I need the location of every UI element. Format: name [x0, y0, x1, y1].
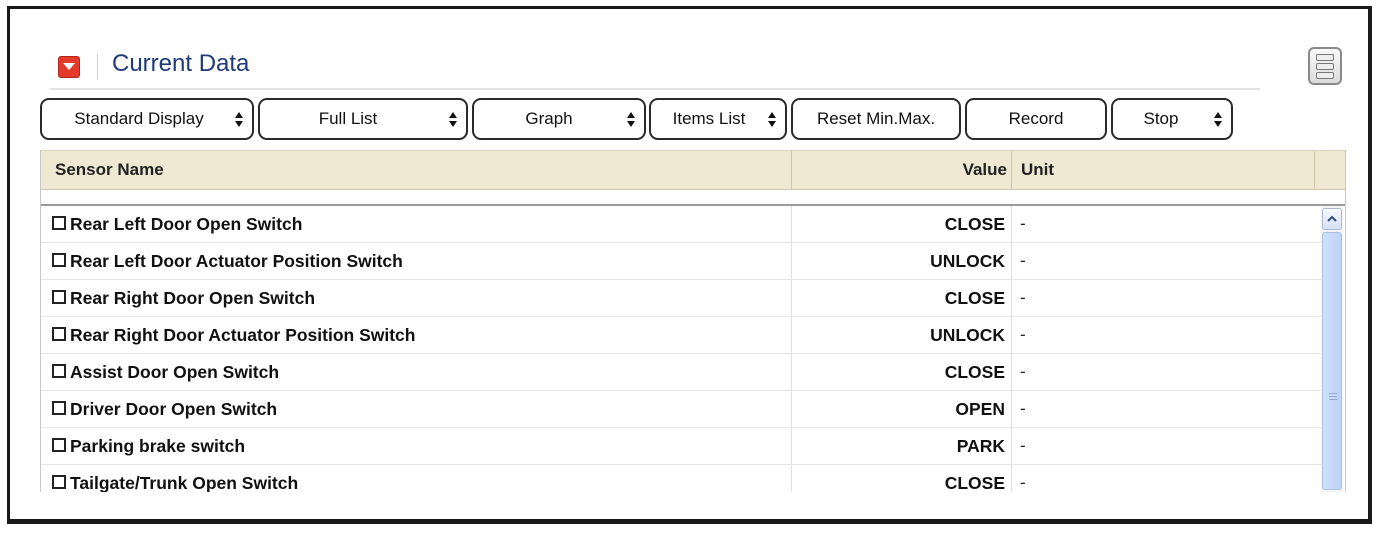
collapse-button[interactable] — [58, 56, 80, 78]
dropdown-arrows-icon — [448, 111, 458, 129]
full-list-select[interactable]: Full List — [258, 98, 468, 140]
sensor-unit: - — [1020, 288, 1026, 307]
table-row[interactable]: Rear Left Door Actuator Position Switch … — [41, 243, 1321, 280]
sensor-value: PARK — [956, 436, 1005, 456]
sensor-value: UNLOCK — [930, 325, 1005, 345]
row-checkbox[interactable] — [52, 216, 66, 230]
sensor-value: CLOSE — [944, 473, 1005, 492]
record-button[interactable]: Record — [965, 98, 1107, 140]
sensor-name: Driver Door Open Switch — [70, 399, 278, 419]
table-row[interactable]: Parking brake switch PARK - — [41, 428, 1321, 465]
dropdown-arrows-icon — [1213, 111, 1223, 129]
sensor-value: CLOSE — [944, 214, 1005, 234]
sensor-name: Parking brake switch — [70, 436, 246, 456]
dropdown-arrows-icon — [234, 111, 244, 129]
column-header-value[interactable]: Value — [963, 151, 1007, 189]
table-header: Sensor Name Value Unit — [41, 150, 1345, 191]
sensor-unit: - — [1020, 399, 1026, 418]
items-list-select[interactable]: Items List — [649, 98, 787, 140]
sensor-unit: - — [1020, 473, 1026, 492]
sensor-value: UNLOCK — [930, 251, 1005, 271]
sensor-unit: - — [1020, 436, 1026, 455]
sensor-value: CLOSE — [944, 362, 1005, 382]
table-row[interactable]: Driver Door Open Switch OPEN - — [41, 391, 1321, 428]
table-row[interactable]: Rear Right Door Actuator Position Switch… — [41, 317, 1321, 354]
record-label: Record — [1008, 109, 1064, 128]
sensor-name: Rear Left Door Open Switch — [70, 214, 303, 234]
items-list-label: Items List — [672, 109, 746, 128]
dropdown-arrows-icon — [626, 111, 636, 129]
panel-title: Current Data — [112, 50, 250, 77]
column-divider — [1314, 151, 1315, 189]
graph-select[interactable]: Graph — [472, 98, 646, 140]
sensor-unit: - — [1020, 362, 1026, 381]
scroll-up-button[interactable] — [1322, 208, 1342, 230]
stop-select[interactable]: Stop — [1111, 98, 1233, 140]
row-checkbox[interactable] — [52, 475, 66, 489]
column-divider — [1011, 151, 1012, 189]
column-header-sensor-name[interactable]: Sensor Name — [55, 151, 164, 189]
row-checkbox[interactable] — [52, 438, 66, 452]
column-divider — [791, 151, 792, 189]
sensor-name: Rear Right Door Open Switch — [70, 288, 316, 308]
sensor-unit: - — [1020, 325, 1026, 344]
panel-header: Current Data — [50, 44, 1260, 90]
sensor-unit: - — [1020, 251, 1026, 270]
table-row[interactable]: Rear Left Door Open Switch CLOSE - — [41, 206, 1321, 243]
chevron-down-icon — [63, 63, 75, 70]
panel-menu-button[interactable] — [1308, 47, 1342, 85]
header-divider — [97, 54, 98, 80]
row-checkbox[interactable] — [52, 253, 66, 267]
dropdown-arrows-icon — [767, 111, 777, 129]
row-checkbox[interactable] — [52, 401, 66, 415]
table-row[interactable]: Tailgate/Trunk Open Switch CLOSE - — [41, 465, 1321, 492]
current-data-table: Sensor Name Value Unit Rear Left Door Op… — [40, 150, 1346, 492]
sensor-value: CLOSE — [944, 288, 1005, 308]
sensor-name: Rear Right Door Actuator Position Switch — [70, 325, 416, 345]
stop-label: Stop — [1143, 109, 1179, 128]
sensor-name: Assist Door Open Switch — [70, 362, 280, 382]
reset-min-max-label: Reset Min.Max. — [816, 109, 936, 128]
row-checkbox[interactable] — [52, 327, 66, 341]
chevron-up-icon — [1327, 215, 1337, 222]
reset-min-max-button[interactable]: Reset Min.Max. — [791, 98, 961, 140]
graph-label: Graph — [525, 109, 573, 128]
scrollbar-thumb[interactable] — [1322, 232, 1342, 490]
column-header-unit[interactable]: Unit — [1021, 151, 1054, 189]
row-checkbox[interactable] — [52, 364, 66, 378]
sensor-value: OPEN — [955, 399, 1005, 419]
standard-display-label: Standard Display — [74, 109, 204, 128]
sensor-unit: - — [1020, 214, 1026, 233]
row-checkbox[interactable] — [52, 290, 66, 304]
sensor-name: Rear Left Door Actuator Position Switch — [70, 251, 403, 271]
header-spacer — [41, 190, 1345, 206]
table-body: Rear Left Door Open Switch CLOSE - Rear … — [41, 206, 1321, 492]
full-list-label: Full List — [318, 109, 378, 128]
standard-display-select[interactable]: Standard Display — [40, 98, 254, 140]
vertical-scrollbar[interactable] — [1321, 206, 1343, 492]
table-row[interactable]: Rear Right Door Open Switch CLOSE - — [41, 280, 1321, 317]
sensor-name: Tailgate/Trunk Open Switch — [70, 473, 299, 492]
table-row[interactable]: Assist Door Open Switch CLOSE - — [41, 354, 1321, 391]
